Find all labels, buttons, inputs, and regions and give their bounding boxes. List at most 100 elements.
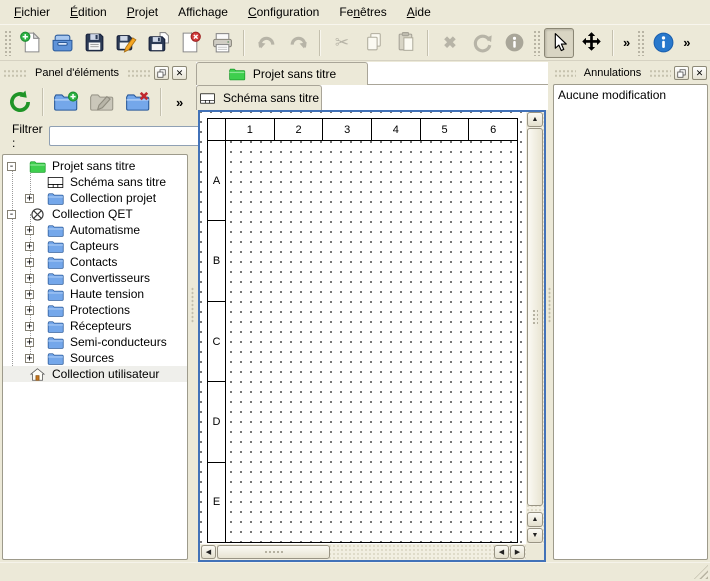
close-panel-button[interactable]: ✕ [172, 66, 187, 80]
tree-item-recepteurs[interactable]: + Récepteurs [3, 318, 187, 334]
drawing-area[interactable] [226, 141, 517, 542]
row-header: D [208, 382, 225, 462]
schema-tab[interactable]: Schéma sans titre [196, 85, 322, 110]
toolbar-drag-handle[interactable] [637, 30, 644, 56]
scroll-left-button[interactable]: ◀ [201, 545, 216, 559]
tree-item-schema-sans-titre[interactable]: Schéma sans titre [3, 174, 187, 190]
redo-button[interactable] [283, 28, 313, 58]
delete-cross-icon: ✖ [443, 33, 456, 53]
copy-button[interactable] [359, 28, 389, 58]
expand-expander[interactable]: + [25, 242, 34, 251]
scroll-left-button[interactable]: ◀ [494, 545, 509, 559]
menu-configuration[interactable]: Configuration [238, 1, 329, 24]
elements-panel-titlebar: Panel d'éléments ✕ [0, 62, 190, 82]
toolbar-overflow-chevron[interactable]: » [619, 35, 634, 50]
undo-button[interactable] [251, 28, 281, 58]
schema-icon [199, 92, 216, 105]
expand-expander[interactable]: + [25, 290, 34, 299]
close-panel-button[interactable]: ✕ [692, 66, 707, 80]
paste-button[interactable] [391, 28, 421, 58]
undo-icon [255, 31, 278, 54]
reload-collections-button[interactable] [4, 86, 36, 118]
vertical-scrollbar[interactable]: ▲ ▲ ▼ [526, 112, 544, 544]
toolbar-drag-handle[interactable] [533, 30, 540, 56]
undo-panel-titlebar: Annulations ✕ [551, 62, 710, 82]
horizontal-scrollbar-thumb[interactable] [217, 545, 330, 559]
schema-scene[interactable]: 1 2 3 4 5 6 A B C D E [200, 112, 526, 544]
expand-expander[interactable]: + [25, 306, 34, 315]
tree-item-sources[interactable]: + Sources [3, 350, 187, 366]
tree-item-haute-tension[interactable]: + Haute tension [3, 286, 187, 302]
expand-expander[interactable]: + [25, 322, 34, 331]
save-as-button[interactable] [111, 28, 141, 58]
tree-item-label: Protections [70, 303, 130, 317]
expand-expander[interactable]: + [25, 274, 34, 283]
tree-item-collection-projet[interactable]: + Collection projet [3, 190, 187, 206]
close-document-button[interactable] [175, 28, 205, 58]
element-information-button[interactable] [499, 28, 529, 58]
diagram-information-button[interactable] [648, 28, 678, 58]
menu-fenetres[interactable]: Fenêtres [329, 1, 396, 24]
menu-projet[interactable]: Projet [117, 1, 168, 24]
tree-item-collection-qet[interactable]: - Collection QET [3, 206, 187, 222]
move-cross-icon [580, 31, 603, 54]
select-mode-button[interactable] [544, 28, 574, 58]
menu-affichage[interactable]: Affichage [168, 1, 238, 24]
folder-icon [47, 271, 64, 286]
tree-item-label: Convertisseurs [70, 271, 150, 285]
expand-expander[interactable]: + [25, 226, 34, 235]
expand-expander[interactable]: + [25, 258, 34, 267]
cut-button[interactable]: ✂ [327, 28, 357, 58]
undo-history-item[interactable]: Aucune modification [558, 87, 703, 103]
panel-overflow-chevron[interactable]: » [176, 95, 183, 110]
open-project-button[interactable] [47, 28, 77, 58]
tree-item-label: Projet sans titre [52, 159, 135, 173]
tree-item-projet-sans-titre[interactable]: - Projet sans titre [3, 158, 187, 174]
scroll-down-button[interactable]: ▼ [527, 528, 543, 543]
elements-panel: Panel d'éléments ✕ [0, 62, 190, 562]
new-document-button[interactable] [15, 28, 45, 58]
arrow-up-icon: ▲ [532, 116, 539, 123]
toolbar-overflow-chevron[interactable]: » [679, 35, 694, 50]
expand-expander[interactable]: + [25, 338, 34, 347]
menu-fichier[interactable]: Fichier [4, 1, 60, 24]
undo-history-list: Aucune modification [553, 84, 708, 560]
float-panel-button[interactable] [674, 66, 689, 80]
resize-grip[interactable] [694, 565, 708, 579]
collapse-expander[interactable]: - [7, 210, 16, 219]
toolbar-drag-handle[interactable] [4, 30, 11, 56]
rotate-button[interactable] [467, 28, 497, 58]
scroll-up-button[interactable]: ▲ [527, 112, 543, 127]
project-tab-label: Projet sans titre [253, 67, 336, 81]
save-button[interactable] [79, 28, 109, 58]
tree-item-capteurs[interactable]: + Capteurs [3, 238, 187, 254]
project-tab[interactable]: Projet sans titre [196, 62, 368, 85]
close-document-icon [179, 31, 202, 54]
scroll-up-button[interactable]: ▲ [527, 512, 543, 527]
collapse-expander[interactable]: - [7, 162, 16, 171]
filter-input[interactable] [49, 126, 212, 146]
tree-item-semi-conducteurs[interactable]: + Semi-conducteurs [3, 334, 187, 350]
expand-expander[interactable]: + [25, 194, 34, 203]
print-button[interactable] [207, 28, 237, 58]
pan-mode-button[interactable] [576, 28, 606, 58]
menu-edition[interactable]: Édition [60, 1, 117, 24]
expander-spacer [25, 178, 34, 187]
menu-aide[interactable]: Aide [397, 1, 441, 24]
edit-category-button[interactable] [86, 86, 118, 118]
new-category-button[interactable] [50, 86, 82, 118]
delete-button[interactable]: ✖ [435, 28, 465, 58]
expand-expander[interactable]: + [25, 354, 34, 363]
tree-item-automatisme[interactable]: + Automatisme [3, 222, 187, 238]
vertical-scrollbar-thumb[interactable] [527, 128, 543, 506]
tree-item-protections[interactable]: + Protections [3, 302, 187, 318]
delete-category-button[interactable] [122, 86, 154, 118]
save-all-button[interactable] [143, 28, 173, 58]
tree-item-collection-utilisateur[interactable]: Collection utilisateur [3, 366, 187, 382]
tree-item-contacts[interactable]: + Contacts [3, 254, 187, 270]
scroll-right-button[interactable]: ▶ [510, 545, 525, 559]
float-panel-button[interactable] [154, 66, 169, 80]
tree-item-convertisseurs[interactable]: + Convertisseurs [3, 270, 187, 286]
horizontal-scrollbar[interactable]: ◀ ◀ ▶ [200, 544, 526, 560]
toolbar-separator [427, 30, 429, 56]
